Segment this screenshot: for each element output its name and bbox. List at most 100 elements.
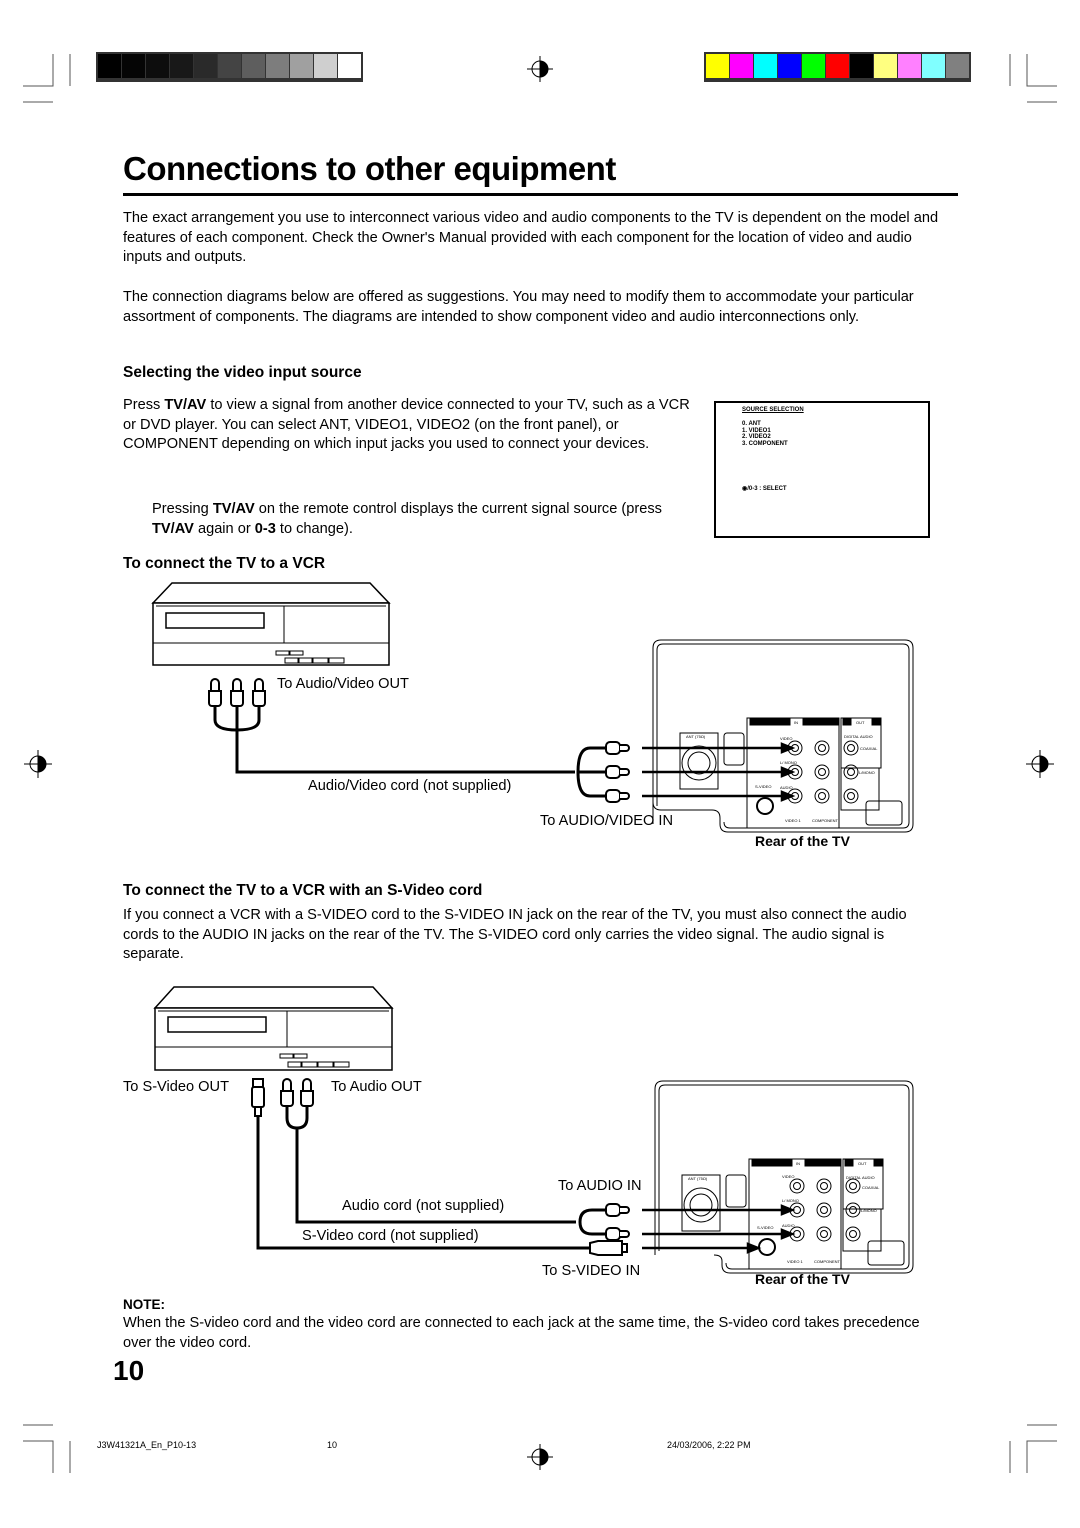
ant-label: ANT (75Ω) xyxy=(688,1176,708,1181)
text: to change). xyxy=(275,520,353,537)
text: on the remote control displays the curre… xyxy=(254,501,662,517)
label-to-svideo-in: To S-VIDEO IN xyxy=(542,1263,641,1279)
l-mono-label: L/ MONO xyxy=(782,1198,799,1203)
video-label: VIDEO xyxy=(782,1174,794,1179)
intro-paragraph-2: The connection diagrams below are offere… xyxy=(123,289,914,325)
footer-datetime: 24/03/2006, 2:22 PM xyxy=(667,1440,751,1450)
gray-swatch xyxy=(170,54,193,78)
gray-swatch xyxy=(290,54,313,78)
vcr-device-icon xyxy=(153,986,394,1071)
osd-item-component: 3. COMPONENT xyxy=(742,440,788,447)
component-label: COMPONENT xyxy=(812,818,839,823)
footer-page: 10 xyxy=(327,1440,338,1450)
gray-swatch xyxy=(98,54,121,78)
section-heading-svideo: To connect the TV to a VCR with an S-Vid… xyxy=(123,882,483,899)
registration-target-icon xyxy=(527,1444,553,1470)
vcr-device-icon xyxy=(151,582,391,666)
gray-swatch xyxy=(242,54,265,78)
registration-target-right-icon xyxy=(1026,750,1054,778)
label-av-cord: Audio/Video cord (not supplied) xyxy=(308,778,512,794)
color-swatch xyxy=(850,54,873,78)
label-to-audio-out: To Audio OUT xyxy=(331,1079,422,1095)
color-swatch xyxy=(802,54,825,78)
audio-label: AUDIO xyxy=(782,1223,795,1228)
osd-source-list: 0. ANT 1. VIDEO1 2. VIDEO2 3. COMPONENT xyxy=(742,421,788,447)
audio-label: AUDIO xyxy=(780,785,793,790)
video1-label: VIDEO 1 xyxy=(787,1259,804,1264)
vcr-connection-diagram: IN OUT ANT (75Ω) VIDEO L/ MONO AUDIO S-V… xyxy=(151,582,914,833)
color-swatch xyxy=(946,54,969,78)
plugs-tv-icon xyxy=(589,1203,630,1256)
cords xyxy=(256,1106,612,1250)
component-label: COMPONENT xyxy=(814,1259,841,1264)
select-paragraph-1: Press TV/AV to view a signal from anothe… xyxy=(123,396,693,455)
gray-swatch xyxy=(194,54,217,78)
select-paragraph-2: Pressing TV/AV on the remote control dis… xyxy=(152,500,692,539)
label-svideo-cord: S-Video cord (not supplied) xyxy=(302,1228,479,1244)
label-to-audio-in: To AUDIO IN xyxy=(558,1178,642,1194)
color-swatch xyxy=(778,54,801,78)
label-to-svideo-out: To S-Video OUT xyxy=(123,1079,229,1095)
registration-target-left-icon xyxy=(24,750,52,778)
number-keys: 0-3 xyxy=(254,520,276,537)
coaxial-label: COAXIAL xyxy=(862,1185,880,1190)
s-video-label: S-VIDEO xyxy=(757,1225,773,1230)
connection-arrows xyxy=(642,742,796,802)
l-mono-label: L/ MONO xyxy=(780,760,797,765)
footer-file-name: J3W41321A_En_P10-13 xyxy=(97,1440,197,1450)
note-text: When the S-video cord and the video cord… xyxy=(123,1315,920,1351)
osd-select-hint: ◉/0-3 : SELECT xyxy=(742,485,787,492)
svideo-paragraph: If you connect a VCR with a S-VIDEO cord… xyxy=(123,907,907,963)
ant-label: ANT (75Ω) xyxy=(686,734,706,739)
digital-audio-label: DIGITAL AUDIO xyxy=(844,734,873,739)
video-label: VIDEO xyxy=(780,736,792,741)
label-to-av-in: To AUDIO/VIDEO IN xyxy=(540,813,673,829)
out-label: OUT xyxy=(856,720,865,725)
gray-swatch xyxy=(266,54,289,78)
in-label: IN xyxy=(796,1161,800,1166)
intro-paragraph-1: The exact arrangement you use to interco… xyxy=(123,210,939,266)
in-label: IN xyxy=(794,720,798,725)
page-title: Connections to other equipment xyxy=(123,150,616,187)
gray-swatch xyxy=(122,54,145,78)
note-label: NOTE: xyxy=(123,1297,165,1312)
lmono-out-label: L/MONO xyxy=(861,1208,877,1213)
gray-swatch xyxy=(314,54,337,78)
section-heading-select-input: Selecting the video input source xyxy=(123,364,362,381)
label-to-av-out: To Audio/Video OUT xyxy=(277,676,409,692)
gray-swatch xyxy=(218,54,241,78)
tv-av-key: TV/AV xyxy=(152,520,194,537)
color-swatch xyxy=(826,54,849,78)
rca-plugs-tv-icon xyxy=(605,741,630,803)
crop-mark-top-left xyxy=(23,54,54,87)
svideo-connection-diagram: IN OUT ANT (75Ω) VIDEO L/ MONO AUDIO S-V… xyxy=(153,986,914,1274)
text: to view a signal from another device con… xyxy=(123,397,690,453)
gray-swatch xyxy=(146,54,169,78)
rca-plugs-vcr-icon xyxy=(208,678,266,707)
source-selection-osd: SOURCE SELECTION 0. ANT 1. VIDEO1 2. VID… xyxy=(714,401,930,538)
coaxial-label: COAXIAL xyxy=(860,746,878,751)
out-label: OUT xyxy=(858,1161,867,1166)
bottom-print-marks xyxy=(23,1424,1057,1473)
color-swatch-bar xyxy=(704,52,971,82)
gray-swatch xyxy=(338,54,361,78)
label-rear-of-tv: Rear of the TV xyxy=(755,1271,850,1287)
title-rule xyxy=(123,193,958,196)
page-number: 10 xyxy=(113,1355,145,1386)
color-swatch xyxy=(706,54,729,78)
label-audio-cord: Audio cord (not supplied) xyxy=(342,1198,505,1214)
label-rear-of-tv: Rear of the TV xyxy=(755,833,850,849)
s-video-label: S-VIDEO xyxy=(755,784,771,789)
color-swatch xyxy=(922,54,945,78)
osd-select-text: /0-3 : SELECT xyxy=(747,486,787,492)
color-swatch xyxy=(730,54,753,78)
video1-label: VIDEO 1 xyxy=(785,818,802,823)
registration-target-icon xyxy=(527,56,553,82)
text: Pressing xyxy=(152,501,213,517)
plugs-vcr-icon xyxy=(251,1078,314,1117)
color-swatch xyxy=(898,54,921,78)
osd-title: SOURCE SELECTION xyxy=(742,407,804,413)
text: Press xyxy=(123,397,165,413)
tv-av-key: TV/AV xyxy=(164,397,207,413)
text: again or xyxy=(193,520,255,537)
